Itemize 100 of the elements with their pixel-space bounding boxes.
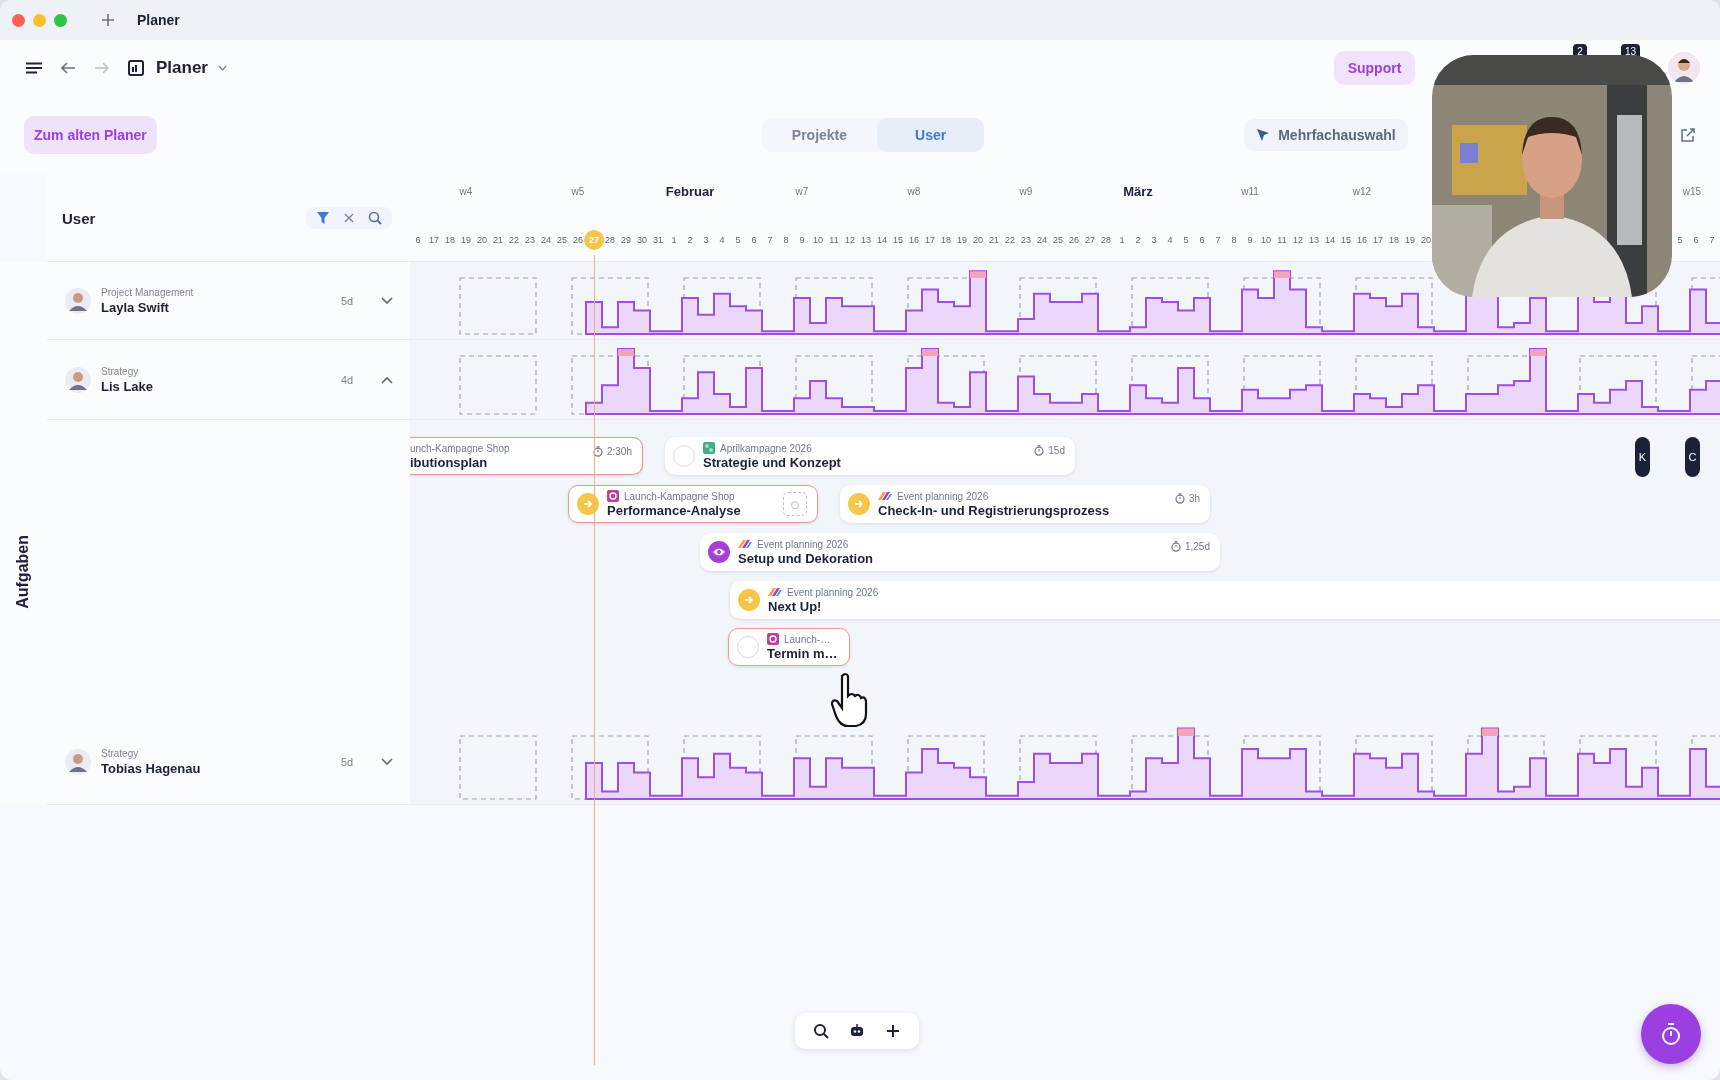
- chevron-icon[interactable]: [381, 296, 393, 305]
- day-number: 3: [1150, 235, 1158, 245]
- timer-icon: [592, 446, 603, 457]
- week-label: w4: [458, 185, 474, 197]
- project-icon: [767, 633, 779, 645]
- day-number: 24: [1036, 235, 1048, 245]
- task-title: Performance-Analyse: [607, 503, 742, 518]
- zoom-button[interactable]: [54, 13, 67, 27]
- day-number: 1: [1118, 235, 1126, 245]
- collapsed-item[interactable]: C: [1685, 437, 1700, 477]
- project-name: Event planning 2026: [787, 586, 879, 598]
- day-number: 15: [892, 235, 904, 245]
- user-name: Lis Lake: [101, 378, 155, 394]
- capacity: 5d: [341, 756, 355, 768]
- user-role: Strategy: [101, 365, 140, 377]
- support-button[interactable]: Support: [1333, 50, 1416, 85]
- project-icon: [878, 492, 892, 500]
- task-card[interactable]: Event planning 2026 Setup und Dekoration 1,25d: [700, 533, 1220, 571]
- task-card[interactable]: Launch-… Termin m…: [728, 628, 850, 666]
- new-tab-icon[interactable]: [101, 13, 115, 27]
- day-number: 17: [1372, 235, 1384, 245]
- close-button[interactable]: [12, 13, 25, 27]
- timer-icon: [1034, 445, 1045, 456]
- day-number: 7: [1214, 235, 1222, 245]
- day-number: 12: [1292, 235, 1304, 245]
- external-link-icon[interactable]: [1680, 127, 1696, 143]
- back-icon[interactable]: [60, 60, 76, 75]
- menu-icon[interactable]: [26, 61, 42, 74]
- duration: 1,25d: [1184, 541, 1210, 552]
- duration: 3h: [1188, 493, 1200, 504]
- day-number: 27: [1084, 235, 1096, 245]
- collapsed-item[interactable]: K: [1635, 437, 1650, 477]
- task-title: Strategie und Konzept: [703, 455, 842, 470]
- eye-icon[interactable]: [708, 541, 730, 563]
- task-title: Check-In- und Registrierungsprozess: [878, 502, 1111, 518]
- project-icon: [768, 588, 782, 596]
- day-number: 13: [860, 235, 872, 245]
- day-number: 6: [1692, 235, 1700, 245]
- clear-icon[interactable]: [344, 213, 354, 223]
- search-icon[interactable]: [368, 211, 382, 225]
- task-card[interactable]: Event planning 2026 Next Up!: [730, 581, 1720, 619]
- project-name: Event planning 2026: [897, 490, 989, 502]
- day-number: 18: [1388, 235, 1400, 245]
- chevron-icon[interactable]: [381, 758, 393, 766]
- day-number: 20: [972, 235, 984, 245]
- timer-button[interactable]: [1641, 1004, 1701, 1064]
- planner-icon: [128, 59, 144, 76]
- view-tab[interactable]: User: [877, 118, 985, 152]
- day-number: 23: [1020, 235, 1032, 245]
- month-label: Februar: [664, 183, 716, 199]
- task-title: ibutionsplan: [410, 454, 489, 470]
- week-label: w5: [570, 185, 586, 197]
- day-number: 11: [1276, 235, 1288, 245]
- day-number: 7: [1708, 235, 1716, 245]
- day-number: 19: [1404, 235, 1416, 245]
- chevron-icon[interactable]: [381, 375, 393, 384]
- week-label: w15: [1681, 185, 1703, 197]
- day-number: 15: [1340, 235, 1352, 245]
- day-number: 24: [540, 235, 552, 245]
- project-icon: [703, 442, 715, 454]
- plus-icon: [885, 1023, 901, 1039]
- day-number: 18: [940, 235, 952, 245]
- user-name: Tobias Hagenau: [101, 761, 202, 776]
- day-number: 31: [652, 235, 664, 245]
- timer-icon: [1174, 493, 1185, 504]
- week-label: w9: [1018, 185, 1034, 197]
- today-marker: 27: [584, 230, 604, 250]
- day-number: 18: [444, 235, 456, 245]
- day-number: 26: [572, 235, 584, 245]
- week-label: w8: [906, 185, 922, 197]
- filter-icon[interactable]: [316, 211, 330, 225]
- task-card[interactable]: Event planning 2026 Check-In- und Registrierungsprozess 3h: [840, 485, 1210, 523]
- week-label: w7: [794, 185, 810, 197]
- day-number: 12: [844, 235, 856, 245]
- day-number: 26: [1068, 235, 1080, 245]
- capacity: 4d: [341, 373, 355, 386]
- week-label: w11: [1240, 185, 1260, 197]
- task-card[interactable]: Aprilkampagne 2026 Strategie und Konzept 15d: [665, 437, 1075, 475]
- task-card[interactable]: unch-Kampagne Shop ibutionsplan 2:30h: [410, 437, 643, 475]
- panel-title: User: [62, 209, 96, 227]
- day-number: 25: [556, 235, 568, 245]
- multi-select-button[interactable]: Mehrfachauswahl: [1244, 119, 1408, 151]
- day-number: 13: [1308, 235, 1320, 245]
- day-number: 6: [750, 235, 758, 245]
- old-planner-button[interactable]: Zum alten Planer: [24, 116, 157, 154]
- caret-icon[interactable]: [218, 64, 227, 71]
- day-number: 8: [1230, 235, 1238, 245]
- day-number: 28: [604, 235, 616, 245]
- stopwatch-icon: [1660, 1022, 1682, 1046]
- project-name: Launch-Kampagne Shop: [624, 490, 735, 502]
- day-number: 14: [876, 235, 888, 245]
- day-number: 5: [1676, 235, 1684, 245]
- capacity: 5d: [341, 294, 355, 307]
- day-number: 23: [524, 235, 536, 245]
- day-number: 20: [1420, 235, 1432, 245]
- day-number: 19: [460, 235, 472, 245]
- user-avatar[interactable]: [1668, 51, 1700, 84]
- day-number: 1: [670, 235, 678, 245]
- day-number: 21: [988, 235, 1000, 245]
- day-number: 9: [1246, 235, 1254, 245]
